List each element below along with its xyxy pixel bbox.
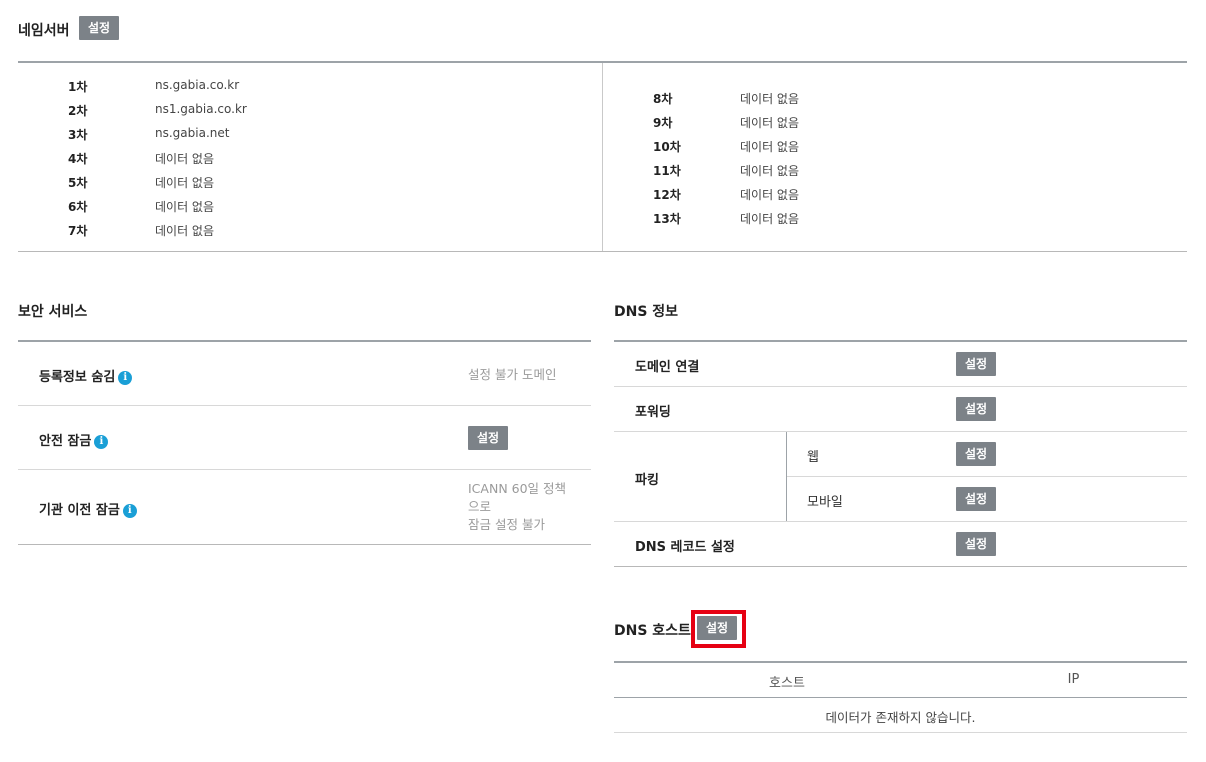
dns-record-setting-button[interactable]: 설정 [956, 532, 997, 556]
forwarding-setting-button[interactable]: 설정 [956, 397, 997, 421]
parking-web-setting-button[interactable]: 설정 [956, 442, 997, 466]
dns-host-empty-message: 데이터가 존재하지 않습니다. [825, 710, 976, 725]
divider [614, 340, 1187, 342]
safe-lock-label: 안전 잠금 [39, 434, 92, 449]
security-title: 보안 서비스 [18, 304, 88, 320]
forwarding-label: 포워딩 [635, 405, 671, 420]
nameserver-value: ns.gabia.co.kr [155, 78, 240, 92]
info-icon[interactable]: i [94, 434, 109, 449]
nameserver-rank: 7차 [68, 224, 88, 238]
divider [787, 476, 1187, 477]
parking-mobile-setting-button[interactable]: 설정 [956, 487, 997, 511]
nameserver-value: 데이터 없음 [155, 200, 215, 214]
nameserver-rank: 1차 [68, 80, 88, 94]
nameserver-value: 데이터 없음 [155, 224, 215, 238]
divider [18, 340, 591, 342]
nameserver-rank: 10차 [653, 140, 681, 154]
nameserver-rank: 4차 [68, 152, 88, 166]
domain-connect-setting-button[interactable]: 설정 [956, 352, 997, 376]
dns-record-label: DNS 레코드 설정 [635, 540, 735, 555]
security-row-label: 기관 이전 잠금 i [39, 499, 137, 518]
nameserver-rank: 3차 [68, 128, 88, 142]
highlight-box [691, 610, 746, 648]
divider [18, 251, 1187, 252]
nameserver-setting-button[interactable]: 설정 [79, 16, 120, 40]
nameserver-value: 데이터 없음 [740, 164, 800, 178]
divider [614, 431, 1187, 432]
divider [602, 63, 603, 251]
transfer-lock-label: 기관 이전 잠금 [39, 503, 120, 518]
whois-privacy-label: 등록정보 숨김 [39, 370, 116, 385]
parking-label: 파킹 [635, 473, 659, 488]
nameserver-value: ns.gabia.net [155, 126, 230, 140]
dns-info-title: DNS 정보 [614, 304, 679, 320]
parking-mobile-label: 모바일 [807, 495, 843, 510]
divider [18, 405, 591, 406]
nameserver-value: 데이터 없음 [740, 116, 800, 130]
nameserver-value: 데이터 없음 [740, 212, 800, 226]
info-icon[interactable]: i [118, 370, 133, 385]
divider [18, 469, 591, 470]
dns-host-column-header: 호스트 [769, 676, 805, 691]
nameserver-rank: 12차 [653, 188, 681, 202]
divider [614, 661, 1187, 663]
parking-web-label: 웹 [807, 450, 819, 465]
divider [614, 386, 1187, 387]
divider [614, 732, 1187, 733]
nameserver-value: 데이터 없음 [155, 152, 215, 166]
nameserver-value: ns1.gabia.co.kr [155, 102, 247, 116]
nameserver-value: 데이터 없음 [740, 188, 800, 202]
security-row-label: 안전 잠금 i [39, 430, 109, 449]
dns-ip-column-header: IP [1067, 672, 1080, 687]
domain-connect-label: 도메인 연결 [635, 360, 700, 375]
nameserver-rank: 8차 [653, 92, 673, 106]
nameserver-rank: 13차 [653, 212, 681, 226]
transfer-lock-status: ICANN 60일 정책 으로 잠금 설정 불가 [468, 481, 567, 532]
nameserver-value: 데이터 없음 [740, 140, 800, 154]
nameserver-rank: 9차 [653, 116, 673, 130]
security-row-label: 등록정보 숨김 i [39, 366, 133, 385]
nameserver-rank: 11차 [653, 164, 681, 178]
nameserver-value: 데이터 없음 [155, 176, 215, 190]
nameserver-rank: 6차 [68, 200, 88, 214]
divider [614, 697, 1187, 698]
divider [18, 544, 591, 545]
nameserver-rank: 2차 [68, 104, 88, 118]
nameserver-rank: 5차 [68, 176, 88, 190]
divider [614, 521, 1187, 522]
dns-host-title: DNS 호스트 [614, 623, 691, 639]
divider [614, 566, 1187, 567]
info-icon[interactable]: i [122, 503, 137, 518]
nameserver-title: 네임서버 [18, 23, 70, 39]
nameserver-value: 데이터 없음 [740, 92, 800, 106]
whois-privacy-status: 설정 불가 도메인 [468, 367, 557, 382]
safe-lock-setting-button[interactable]: 설정 [468, 426, 509, 450]
